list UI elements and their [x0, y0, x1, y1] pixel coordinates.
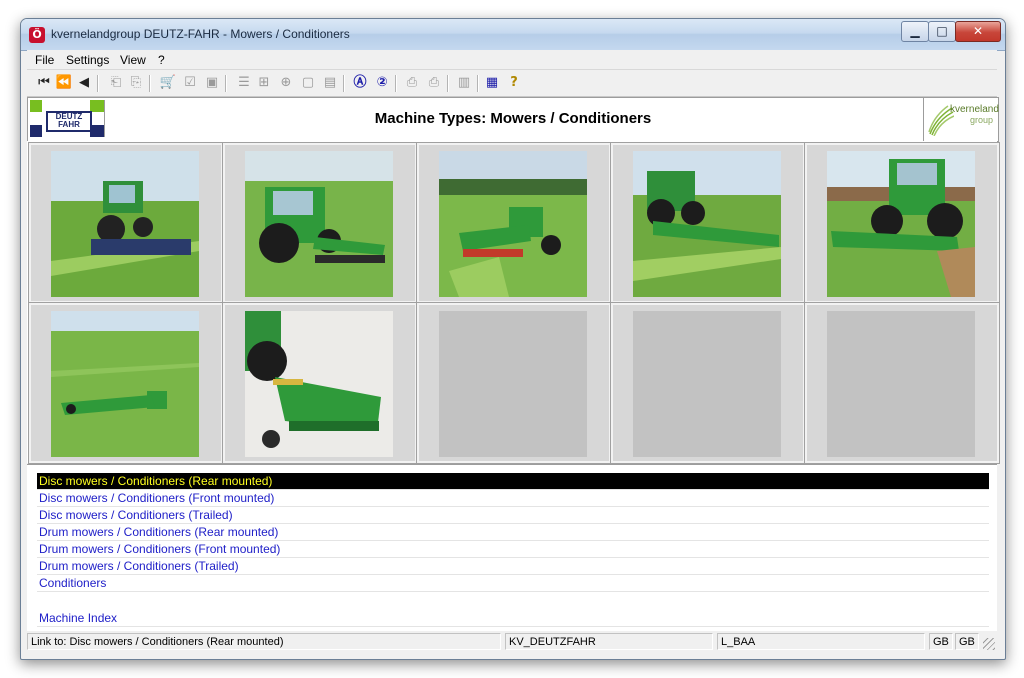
machine-tile-front-wide[interactable] [804, 142, 1000, 304]
link-disc-front-mounted[interactable]: Disc mowers / Conditioners (Front mounte… [37, 490, 989, 507]
menu-settings[interactable]: Settings [66, 53, 109, 67]
toolbar-separator [395, 75, 397, 92]
status-code: L_BAA [717, 633, 925, 650]
doc-next-icon[interactable]: ⎘ [127, 74, 145, 92]
app-icon[interactable]: Ö [29, 27, 45, 43]
logo-block [30, 100, 42, 112]
close-button[interactable]: ✕ [955, 21, 1001, 42]
link-conditioners[interactable]: Conditioners [37, 575, 989, 592]
machine-tile-wide-rear[interactable] [610, 142, 806, 304]
machine-tile-studio-conditioner[interactable] [222, 302, 418, 464]
menu-view[interactable]: View [120, 53, 146, 67]
machine-tile-front-mower[interactable] [222, 142, 418, 304]
back-icon[interactable]: ◀ [75, 74, 93, 92]
deutz-fahr-logo: DEUTZ FAHR [30, 100, 105, 137]
doc-prev-icon[interactable]: ⎗ [107, 74, 125, 92]
machine-tile-empty [610, 302, 806, 464]
status-link-text: Link to: Disc mowers / Conditioners (Rea… [27, 633, 501, 650]
empty-photo-slot [633, 311, 781, 457]
minimize-button[interactable]: ▁ [901, 21, 929, 42]
page-header: DEUTZ FAHR Machine Types: Mowers / Condi… [27, 97, 999, 142]
maximize-button[interactable]: □ [928, 21, 956, 42]
pages-icon[interactable]: ▤ [321, 74, 339, 92]
text-doc-icon[interactable]: ☰ [235, 74, 253, 92]
toolbar-separator [149, 75, 151, 92]
kverneland-logo-text: kverneland [950, 104, 999, 115]
machine-photo[interactable] [245, 151, 393, 297]
zoom-icon[interactable]: ⊕ [277, 74, 295, 92]
search-a-icon[interactable]: Ⓐ [351, 74, 369, 92]
machine-photo[interactable] [439, 151, 587, 297]
logo-block [90, 125, 104, 137]
deutz-fahr-logo-text: DEUTZ FAHR [46, 111, 92, 132]
print-preview-icon[interactable]: ⎙ [425, 74, 443, 92]
checklist-icon[interactable]: ☑ [181, 74, 199, 92]
link-drum-front-mounted[interactable]: Drum mowers / Conditioners (Front mounte… [37, 541, 989, 558]
window-title: kvernelandgroup DEUTZ-FAHR - Mowers / Co… [51, 27, 350, 41]
app-window: Ö kvernelandgroup DEUTZ-FAHR - Mowers / … [20, 18, 1006, 660]
menu-help[interactable]: ? [158, 53, 165, 67]
toolbar-separator [447, 75, 449, 92]
print-icon[interactable]: ⎙ [403, 74, 421, 92]
menu-file[interactable]: File [35, 53, 54, 67]
toolbar-separator [225, 75, 227, 92]
book-icon[interactable]: ▥ [455, 74, 473, 92]
grid-icon[interactable]: ▦ [483, 74, 501, 92]
empty-photo-slot [827, 311, 975, 457]
link-machine-index[interactable]: Machine Index [37, 610, 989, 627]
status-lang-2: GB [955, 633, 979, 650]
page-icon[interactable]: ▢ [299, 74, 317, 92]
first-page-icon[interactable]: ⏮ [35, 74, 53, 92]
link-drum-rear-mounted[interactable]: Drum mowers / Conditioners (Rear mounted… [37, 524, 989, 541]
machine-tile-trailed-distant[interactable] [28, 302, 224, 464]
machine-tile-empty [804, 302, 1000, 464]
logo-block [30, 125, 42, 137]
link-disc-rear-mounted[interactable]: Disc mowers / Conditioners (Rear mounted… [37, 473, 989, 490]
link-disc-trailed[interactable]: Disc mowers / Conditioners (Trailed) [37, 507, 989, 524]
menu-bar: File Settings View ? [27, 50, 997, 69]
machine-photo[interactable] [633, 151, 781, 297]
logo-block [90, 100, 104, 112]
cart-icon[interactable]: 🛒 [159, 74, 177, 92]
machine-photo[interactable] [245, 311, 393, 457]
machine-tile-trailed[interactable] [416, 142, 612, 304]
machine-photo[interactable] [51, 151, 199, 297]
link-drum-trailed[interactable]: Drum mowers / Conditioners (Trailed) [37, 558, 989, 575]
toolbar-separator [97, 75, 99, 92]
resize-grip-icon[interactable] [983, 638, 995, 650]
kverneland-logo: kverneland group [923, 98, 999, 141]
category-link-list: Disc mowers / Conditioners (Rear mounted… [27, 464, 997, 631]
page-title: Machine Types: Mowers / Conditioners [374, 110, 652, 127]
machine-photo[interactable] [51, 311, 199, 457]
status-lang-1: GB [929, 633, 953, 650]
empty-photo-slot [439, 311, 587, 457]
status-database: KV_DEUTZFAHR [505, 633, 713, 650]
machine-photo[interactable] [827, 151, 975, 297]
title-bar[interactable]: Ö kvernelandgroup DEUTZ-FAHR - Mowers / … [21, 19, 1005, 51]
machine-tile-rear-mower[interactable] [28, 142, 224, 304]
stamp-icon[interactable]: ▣ [203, 74, 221, 92]
kverneland-logo-subtext: group [970, 115, 994, 125]
tree-icon[interactable]: ⊞ [255, 74, 273, 92]
machine-tile-empty [416, 302, 612, 464]
search-2-icon[interactable]: ② [373, 74, 391, 92]
machine-image-grid [27, 141, 1000, 464]
status-bar: Link to: Disc mowers / Conditioners (Rea… [27, 632, 997, 652]
fast-back-icon[interactable]: ⏪ [55, 74, 73, 92]
toolbar-separator [477, 75, 479, 92]
toolbar-separator [343, 75, 345, 92]
toolbar: ⏮ ⏪ ◀ ⎗ ⎘ 🛒 ☑ ▣ ☰ ⊞ ⊕ ▢ ▤ Ⓐ ② ⎙ ⎙ ▥ ▦ ? [27, 69, 997, 97]
help-icon[interactable]: ? [505, 74, 523, 92]
